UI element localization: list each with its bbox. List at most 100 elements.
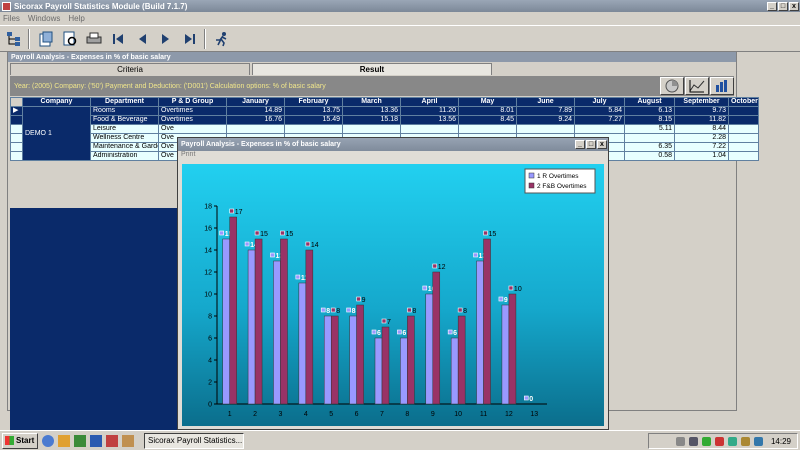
access-icon[interactable]: [106, 434, 118, 447]
value-cell[interactable]: 13.75: [284, 106, 343, 116]
value-cell[interactable]: [728, 151, 759, 161]
col-header-august[interactable]: August: [624, 97, 675, 107]
value-cell[interactable]: [226, 124, 285, 134]
value-cell[interactable]: [624, 133, 675, 143]
department-cell[interactable]: Leisure: [90, 124, 159, 134]
col-header-october[interactable]: October: [728, 97, 759, 107]
value-cell[interactable]: 6.35: [624, 142, 675, 152]
first-record-icon[interactable]: [108, 29, 128, 49]
value-cell[interactable]: 5.84: [574, 106, 625, 116]
col-header-department[interactable]: Department: [90, 97, 159, 107]
col-header-february[interactable]: February: [284, 97, 343, 107]
tab-criteria[interactable]: Criteria: [10, 63, 250, 75]
department-cell[interactable]: Rooms: [90, 106, 159, 116]
col-header-pd-group[interactable]: P & D Group: [158, 97, 227, 107]
chart-maximize-button[interactable]: □: [586, 140, 596, 149]
chart-close-button[interactable]: x: [597, 140, 607, 149]
value-cell[interactable]: 8.15: [624, 115, 675, 125]
department-cell[interactable]: Maintenance & Garde: [90, 142, 159, 152]
value-cell[interactable]: 6.13: [624, 106, 675, 116]
print-icon[interactable]: [84, 29, 104, 49]
value-cell[interactable]: 9.73: [674, 106, 729, 116]
previous-record-icon[interactable]: [132, 29, 152, 49]
value-cell[interactable]: [728, 124, 759, 134]
value-cell[interactable]: 16.76: [226, 115, 285, 125]
department-cell[interactable]: Administration: [90, 151, 159, 161]
pie-chart-icon[interactable]: [660, 77, 684, 95]
tab-result[interactable]: Result: [252, 63, 492, 75]
help-tray-icon[interactable]: [675, 436, 685, 446]
word-icon[interactable]: [90, 434, 102, 447]
table-row[interactable]: Leisure Ove 5.11 8.44: [10, 124, 759, 134]
value-cell[interactable]: 7.89: [516, 106, 575, 116]
value-cell[interactable]: [728, 133, 759, 143]
value-cell[interactable]: 11.20: [400, 106, 459, 116]
value-cell[interactable]: 8.44: [674, 124, 729, 134]
value-cell[interactable]: [728, 142, 759, 152]
menu-files[interactable]: Files: [3, 14, 20, 23]
value-cell[interactable]: 7.27: [574, 115, 625, 125]
value-cell[interactable]: [516, 124, 575, 134]
next-record-icon[interactable]: [156, 29, 176, 49]
network-tray-icon[interactable]: [688, 436, 698, 446]
value-cell[interactable]: 15.18: [342, 115, 401, 125]
chart-menu-print[interactable]: Print: [178, 151, 608, 161]
value-cell[interactable]: 15.49: [284, 115, 343, 125]
col-header-march[interactable]: March: [342, 97, 401, 107]
department-cell[interactable]: Wellness Centre: [90, 133, 159, 143]
value-cell[interactable]: 1.04: [674, 151, 729, 161]
company-cell[interactable]: DEMO 1: [22, 106, 91, 161]
app-tray-icon[interactable]: [727, 436, 737, 446]
col-header-september[interactable]: September: [674, 97, 729, 107]
value-cell[interactable]: 11.82: [674, 115, 729, 125]
value-cell[interactable]: 0.58: [624, 151, 675, 161]
volume-tray-icon[interactable]: [740, 436, 750, 446]
last-record-icon[interactable]: [180, 29, 200, 49]
excel-icon[interactable]: [74, 434, 86, 447]
group-cell[interactable]: Overtimes: [158, 106, 227, 116]
value-cell[interactable]: 13.56: [400, 115, 459, 125]
col-header-company[interactable]: Company: [22, 97, 91, 107]
group-cell[interactable]: Ove: [158, 124, 227, 134]
monitor-tray-icon[interactable]: [753, 436, 763, 446]
maximize-button[interactable]: □: [778, 1, 788, 11]
col-header-april[interactable]: April: [400, 97, 459, 107]
col-header-january[interactable]: January: [226, 97, 285, 107]
quicklaunch-icon[interactable]: [122, 434, 134, 447]
value-cell[interactable]: 8.45: [458, 115, 517, 125]
exit-running-man-icon[interactable]: [212, 29, 232, 49]
alert-tray-icon[interactable]: [714, 436, 724, 446]
table-row[interactable]: ▶ DEMO 1 Rooms Overtimes 14.89 13.75 13.…: [10, 106, 759, 161]
col-header-june[interactable]: June: [516, 97, 575, 107]
open-icon[interactable]: [36, 29, 56, 49]
menu-windows[interactable]: Windows: [28, 14, 60, 23]
preview-icon[interactable]: [60, 29, 80, 49]
tree-icon[interactable]: [4, 29, 24, 49]
ie-icon[interactable]: [42, 434, 54, 447]
value-cell[interactable]: 9.24: [516, 115, 575, 125]
value-cell[interactable]: 14.89: [226, 106, 285, 116]
minimize-button[interactable]: _: [767, 1, 777, 11]
value-cell[interactable]: [574, 124, 625, 134]
col-header-july[interactable]: July: [574, 97, 625, 107]
menu-help[interactable]: Help: [68, 14, 84, 23]
table-row[interactable]: Food & Beverage Overtimes 16.76 15.49 15…: [10, 115, 759, 125]
department-cell[interactable]: Food & Beverage: [90, 115, 159, 125]
value-cell[interactable]: [458, 124, 517, 134]
group-cell[interactable]: Overtimes: [158, 115, 227, 125]
value-cell[interactable]: [728, 106, 759, 116]
value-cell[interactable]: [284, 124, 343, 134]
value-cell[interactable]: [342, 124, 401, 134]
col-header-may[interactable]: May: [458, 97, 517, 107]
chart-minimize-button[interactable]: _: [575, 140, 585, 149]
value-cell[interactable]: 13.36: [342, 106, 401, 116]
shield-tray-icon[interactable]: [701, 436, 711, 446]
value-cell[interactable]: 7.22: [674, 142, 729, 152]
value-cell[interactable]: 2.28: [674, 133, 729, 143]
bar-chart-icon[interactable]: [710, 77, 734, 95]
value-cell[interactable]: 8.01: [458, 106, 517, 116]
explorer-icon[interactable]: [58, 434, 70, 447]
line-chart-icon[interactable]: [685, 77, 709, 95]
value-cell[interactable]: [400, 124, 459, 134]
close-button[interactable]: x: [789, 1, 799, 11]
